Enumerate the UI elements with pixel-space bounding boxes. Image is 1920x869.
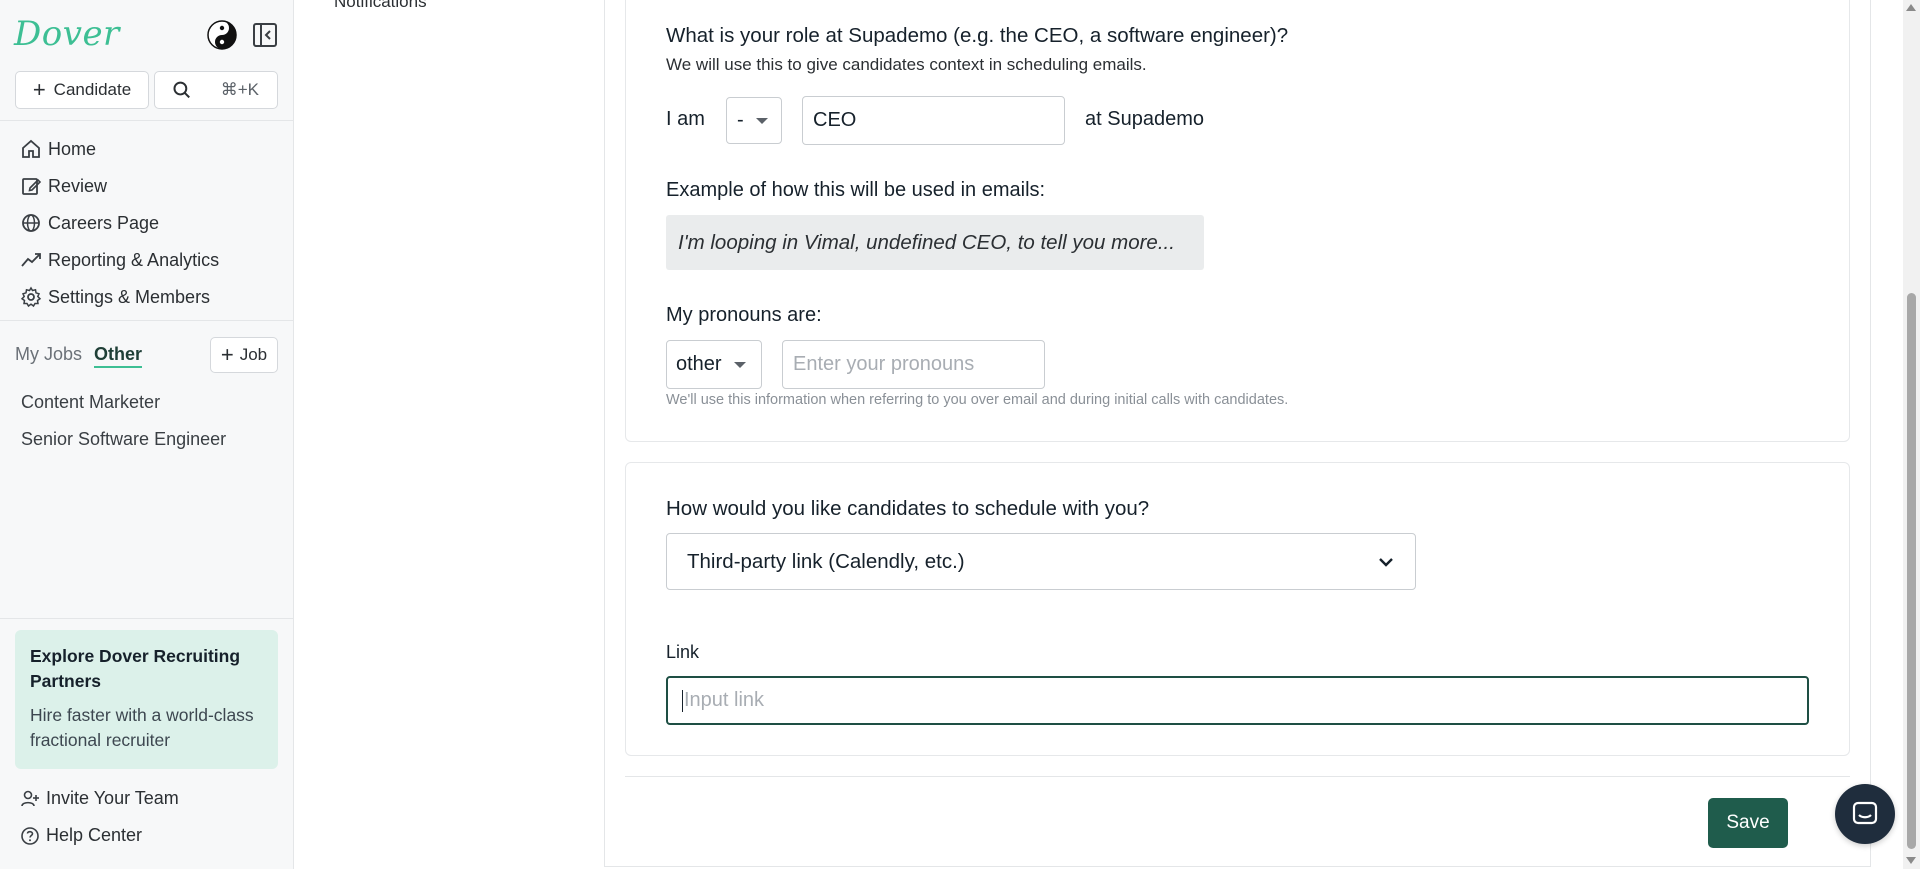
help-center-label: Help Center (46, 825, 143, 845)
nav-item-settings[interactable]: Settings & Members (20, 284, 210, 310)
link-placeholder: Input link (684, 689, 765, 711)
settings-nav-notifications[interactable]: Notifications (334, 0, 427, 12)
schedule-method-value: Third-party link (Calendly, etc.) (687, 549, 965, 573)
caret-down-icon (755, 117, 768, 124)
trending-up-icon (21, 253, 41, 267)
tab-other[interactable]: Other (94, 344, 143, 368)
sidebar-divider (0, 120, 294, 121)
footer-divider (625, 776, 1850, 777)
nav-item-label: Review (48, 175, 108, 196)
promo-title: Explore Dover Recruiting Partners (30, 646, 241, 691)
caret-down-icon (733, 361, 746, 368)
search-button[interactable]: ⌘+K (154, 71, 278, 109)
schedule-method-select[interactable]: Third-party link (Calendly, etc.) (666, 533, 1416, 590)
pronouns-select-value: other (676, 353, 722, 375)
add-candidate-label: Candidate (53, 80, 132, 99)
role-subtitle: We will use this to give candidates cont… (666, 55, 1147, 74)
role-input[interactable]: CEO (802, 96, 1065, 145)
article-select-value: - (737, 109, 744, 131)
gear-icon (20, 286, 42, 308)
text-cursor (682, 689, 683, 712)
theme-toggle-icon[interactable] (207, 20, 237, 50)
nav-item-label: Reporting & Analytics (48, 249, 220, 270)
jobs-tabs: My Jobs Other (15, 344, 143, 368)
scroll-up-icon[interactable] (1906, 4, 1916, 11)
at-company-label: at Supademo (1085, 108, 1204, 130)
tab-my-jobs[interactable]: My Jobs (15, 344, 82, 368)
save-button[interactable]: Save (1708, 798, 1788, 848)
pronouns-hint: We'll use this information when referrin… (666, 392, 1289, 408)
search-icon (173, 81, 190, 99)
sidebar-divider (0, 320, 294, 321)
chat-support-button[interactable] (1835, 784, 1895, 844)
globe-icon (22, 214, 40, 232)
pronouns-input[interactable]: Enter your pronouns (782, 340, 1045, 389)
nav-item-label: Settings & Members (48, 286, 211, 307)
nav-item-careers-page[interactable]: Careers Page (20, 210, 159, 236)
role-question: What is your role at Supademo (e.g. the … (666, 24, 1289, 47)
article-select[interactable]: - (726, 97, 782, 144)
recruiting-partners-promo[interactable]: Explore Dover Recruiting Partners Hire f… (15, 630, 278, 769)
chevron-down-icon (1379, 557, 1393, 567)
collapse-sidebar-icon[interactable] (252, 22, 278, 48)
job-item-content-marketer[interactable]: Content Marketer (21, 392, 160, 413)
page-scrollbar-thumb[interactable] (1907, 293, 1916, 849)
chat-icon (1852, 801, 1878, 825)
app-root: Dover + Candidate ⌘+K Home Review Career… (0, 0, 1920, 869)
job-item-senior-software-engineer[interactable]: Senior Software Engineer (21, 429, 226, 450)
home-icon (22, 139, 40, 158)
nav-item-home[interactable]: Home (20, 136, 96, 162)
link-label: Link (666, 642, 700, 662)
pronouns-select[interactable]: other (666, 340, 762, 389)
dover-logo[interactable]: Dover (14, 14, 120, 54)
i-am-label: I am (666, 108, 705, 130)
pronouns-label: My pronouns are: (666, 304, 822, 326)
search-shortcut: ⌘+K (220, 80, 259, 99)
review-icon (22, 178, 42, 195)
promo-body: Hire faster with a world-class fractiona… (30, 705, 254, 750)
plus-icon: + (32, 77, 46, 102)
invite-team-link[interactable]: Invite Your Team (20, 788, 179, 809)
invite-team-label: Invite Your Team (46, 788, 179, 808)
user-plus-icon (21, 790, 39, 806)
add-job-button[interactable]: + Job (210, 337, 278, 373)
add-candidate-button[interactable]: + Candidate (15, 71, 149, 109)
help-icon (21, 826, 39, 845)
schedule-question: How would you like candidates to schedul… (666, 497, 1150, 520)
nav-item-reporting[interactable]: Reporting & Analytics (20, 247, 219, 273)
link-input[interactable]: Input link (666, 676, 1809, 725)
example-label: Example of how this will be used in emai… (666, 179, 1046, 201)
help-center-link[interactable]: Help Center (20, 825, 142, 846)
sidebar-divider (0, 618, 294, 619)
nav-item-label: Careers Page (48, 212, 160, 233)
add-job-label: Job (239, 345, 268, 364)
nav-item-label: Home (48, 138, 97, 159)
scroll-down-icon[interactable] (1906, 857, 1916, 864)
nav-item-review[interactable]: Review (20, 173, 107, 199)
plus-icon: + (220, 342, 234, 367)
sidebar: Dover + Candidate ⌘+K Home Review Career… (0, 0, 294, 869)
email-example: I'm looping in Vimal, undefined CEO, to … (666, 215, 1204, 270)
